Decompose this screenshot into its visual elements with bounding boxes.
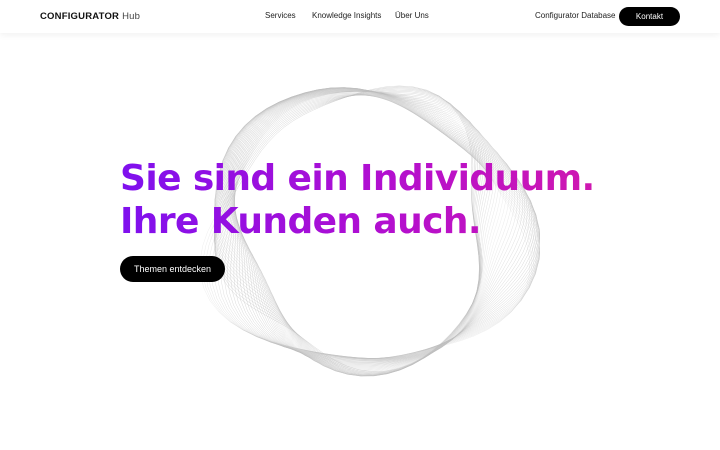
nav-link-configurator-database[interactable]: Configurator Database [535,11,616,20]
nav-link-knowledge-insights[interactable]: Knowledge Insights [312,11,381,20]
nav-link-services[interactable]: Services [265,11,296,20]
site-header: CONFIGURATOR Hub Services Knowledge Insig… [0,0,720,33]
nav-link-about-us[interactable]: Über Uns [395,11,429,20]
headline-line-2: Ihre Kunden auch. [120,200,595,243]
page: CONFIGURATOR Hub Services Knowledge Insig… [0,0,720,450]
headline-line-1: Sie sind ein Individuum. [120,158,595,199]
contact-button[interactable]: Kontakt [619,7,680,26]
hero-headline: Sie sind ein Individuum. Ihre Kunden auc… [120,157,595,243]
main-nav: Services Knowledge Insights Über Uns Con… [0,11,720,23]
explore-topics-button[interactable]: Themen entdecken [120,256,225,282]
